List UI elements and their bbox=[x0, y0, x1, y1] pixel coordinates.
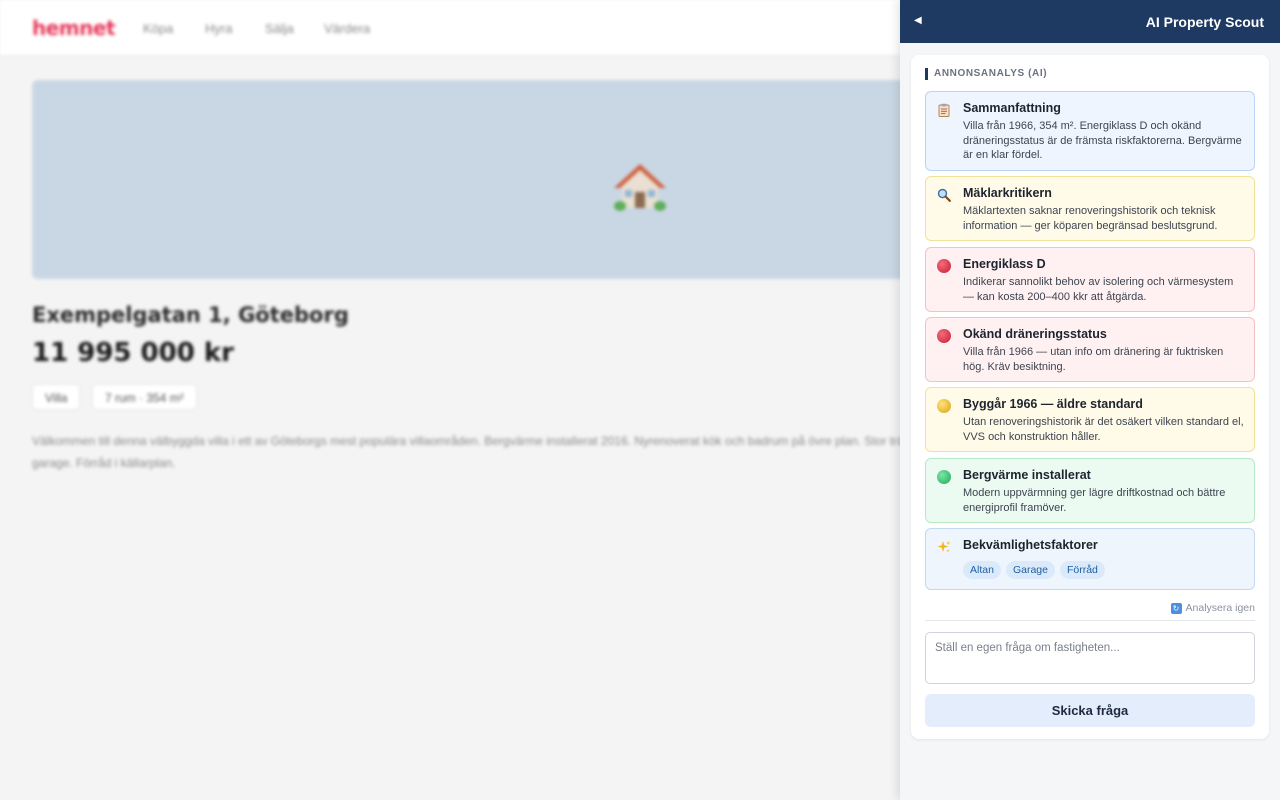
amenity-chip: Altan bbox=[963, 561, 1001, 579]
listing-price: 11 995 000 kr bbox=[32, 338, 234, 368]
insight-text: Utan renoveringshistorik är det osäkert … bbox=[963, 416, 1244, 443]
nav-link-kopa[interactable]: Köpa bbox=[143, 21, 173, 36]
house-icon bbox=[614, 164, 666, 211]
clipboard-icon bbox=[938, 103, 950, 117]
divider bbox=[925, 620, 1255, 621]
green-circle-icon bbox=[937, 470, 951, 484]
insight-drainage: Okänd dräneringsstatus Villa från 1966 —… bbox=[925, 317, 1255, 382]
section-label: ANNONSANALYS (AI) bbox=[925, 68, 1047, 80]
site-logo[interactable]: hemnet bbox=[32, 16, 116, 40]
insight-text: Mäklartexten saknar renoveringshistorik … bbox=[963, 205, 1218, 232]
magnifier-icon bbox=[937, 188, 951, 202]
yellow-circle-icon bbox=[937, 399, 951, 413]
nav-link-hyra[interactable]: Hyra bbox=[205, 21, 232, 36]
nav-link-vardera[interactable]: Värdera bbox=[324, 21, 370, 36]
insight-title: Sammanfattning bbox=[963, 101, 1061, 115]
amenity-chip: Förråd bbox=[1059, 561, 1105, 579]
ai-scout-panel: ◀ AI Property Scout ANNONSANALYS (AI) Sa… bbox=[900, 0, 1280, 800]
insight-title: Okänd dräneringsstatus bbox=[963, 327, 1107, 341]
listing-address: Exempelgatan 1, Göteborg bbox=[32, 303, 349, 327]
red-circle-icon bbox=[937, 329, 951, 343]
refresh-icon: ↻ bbox=[1170, 602, 1182, 614]
red-circle-icon bbox=[937, 259, 951, 273]
listing-description: Välkommen till denna välbyggda villa i e… bbox=[32, 434, 1014, 470]
insight-build-year: Byggår 1966 — äldre standard Utan renove… bbox=[925, 387, 1255, 452]
panel-title: AI Property Scout bbox=[1145, 14, 1264, 30]
insight-energy-class: Energiklass D Indikerar sannolikt behov … bbox=[925, 247, 1255, 312]
question-input[interactable] bbox=[925, 632, 1255, 684]
amenity-chips: Altan Garage Förråd bbox=[963, 561, 1105, 579]
insight-text: Modern uppvärmning ger lägre driftkostna… bbox=[963, 487, 1226, 514]
insight-title: Byggår 1966 — äldre standard bbox=[963, 397, 1143, 411]
insight-broker-critic: Mäklarkritikern Mäklartexten saknar reno… bbox=[925, 176, 1255, 241]
insight-text: Villa från 1966, 354 m². Energiklass D o… bbox=[963, 120, 1242, 161]
insight-title: Bekvämlighetsfaktorer bbox=[963, 538, 1098, 552]
sparkles-icon bbox=[937, 540, 951, 553]
insight-title: Energiklass D bbox=[963, 257, 1046, 271]
reanalyze-button[interactable]: ↻ Analysera igen bbox=[1170, 602, 1255, 614]
analysis-card: ANNONSANALYS (AI) Sammanfattning Villa f… bbox=[911, 55, 1269, 739]
panel-header: ◀ AI Property Scout bbox=[900, 0, 1280, 43]
nav-link-salja[interactable]: Sälja bbox=[265, 21, 294, 36]
listing-tag-type: Villa bbox=[32, 384, 81, 410]
insight-text: Indikerar sannolikt behov av isolering o… bbox=[963, 276, 1234, 303]
insight-geothermal: Bergvärme installerat Modern uppvärmning… bbox=[925, 458, 1255, 523]
reanalyze-label: Analysera igen bbox=[1185, 602, 1255, 614]
insight-summary: Sammanfattning Villa från 1966, 354 m². … bbox=[925, 91, 1255, 171]
insight-text: Villa från 1966 — utan info om dränering… bbox=[963, 346, 1224, 373]
collapse-arrow-icon[interactable]: ◀ bbox=[914, 14, 928, 28]
insight-title: Bergvärme installerat bbox=[963, 468, 1091, 482]
amenity-chip: Garage bbox=[1005, 561, 1055, 579]
listing-tag-size: 7 rum · 354 m² bbox=[92, 384, 197, 410]
insight-amenities: Bekvämlighetsfaktorer Altan Garage Förrå… bbox=[925, 528, 1255, 590]
submit-question-button[interactable]: Skicka fråga bbox=[925, 694, 1255, 727]
insight-title: Mäklarkritikern bbox=[963, 186, 1052, 200]
listing-hero-image[interactable] bbox=[32, 80, 1032, 279]
